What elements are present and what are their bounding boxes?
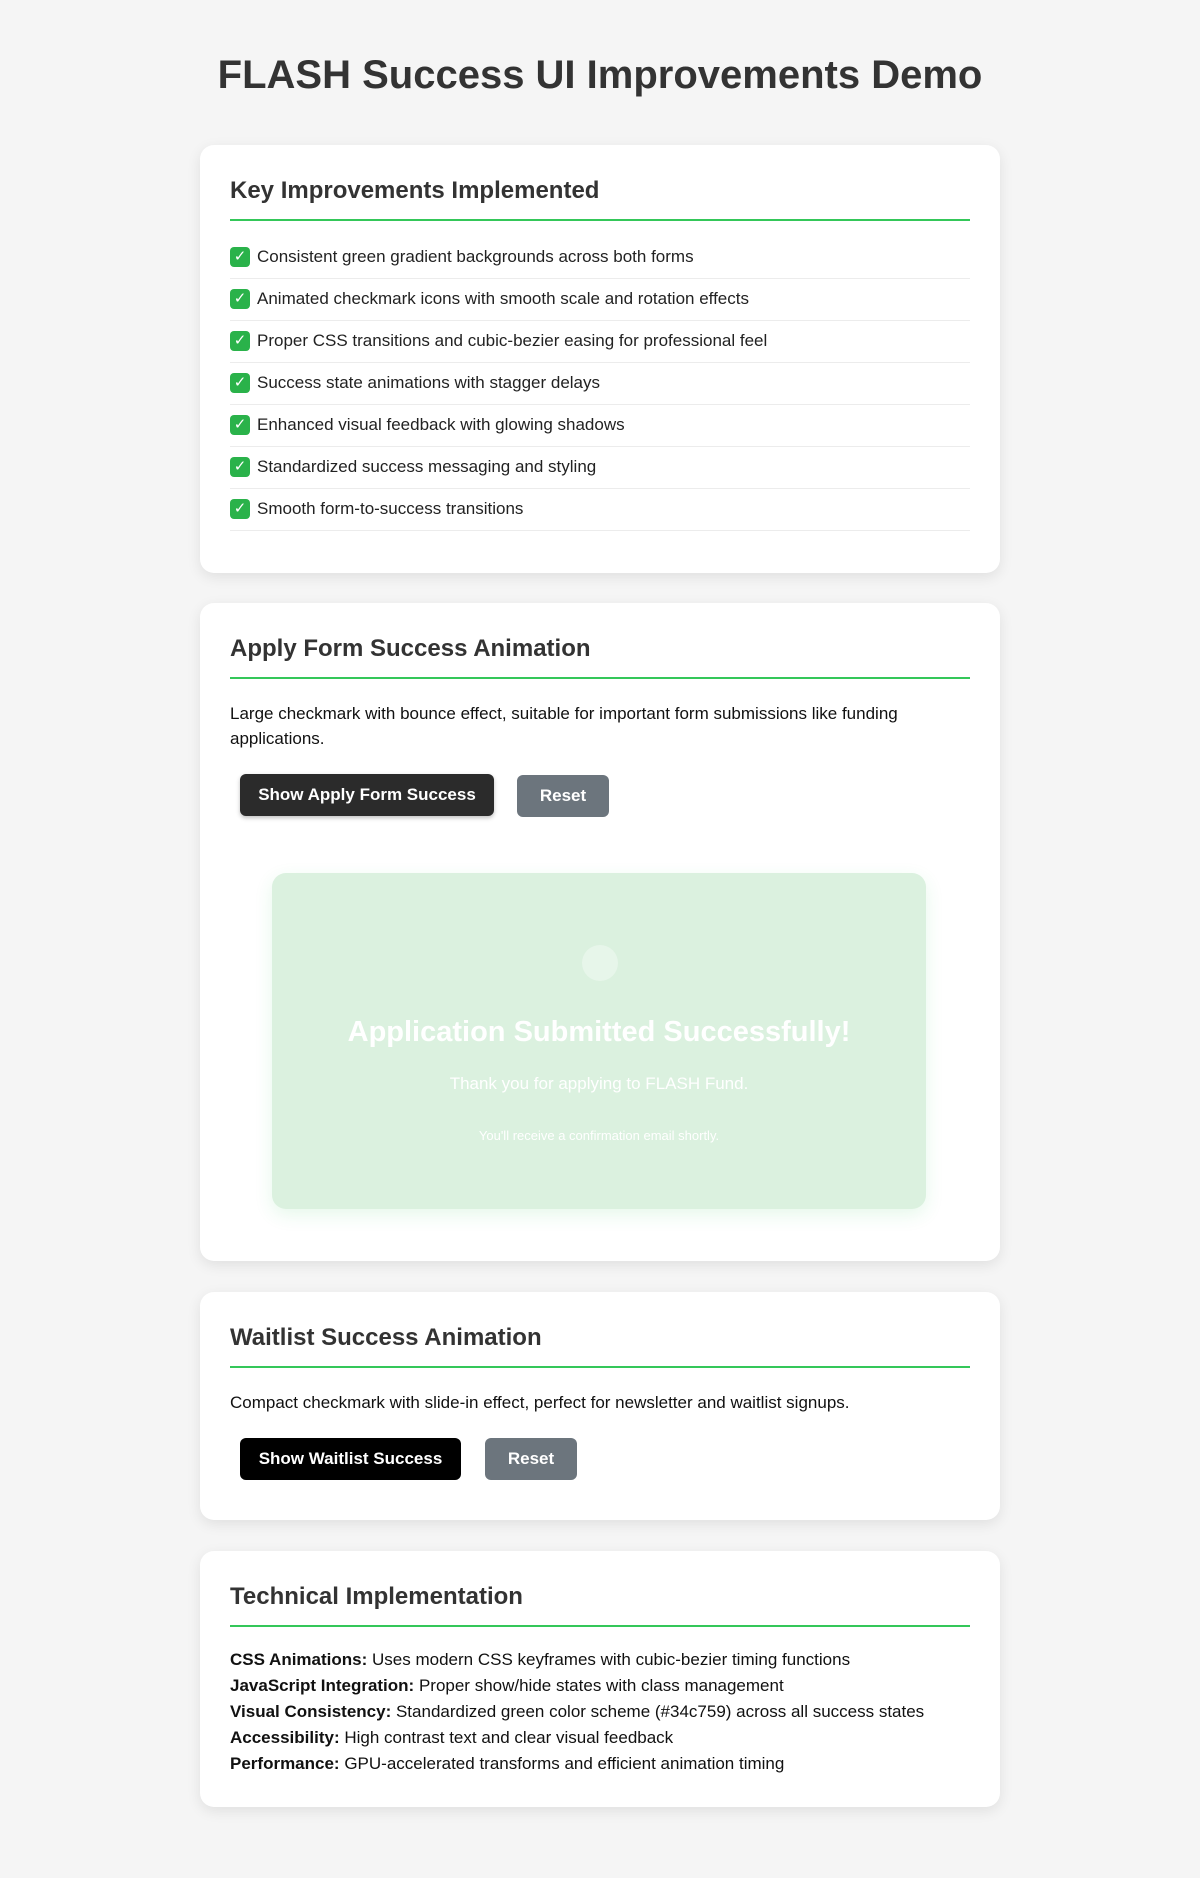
- list-item-text: High contrast text and clear visual feed…: [339, 1728, 674, 1747]
- list-item: ✓ Standardized success messaging and styl…: [230, 447, 970, 489]
- waitlist-reset-button[interactable]: Reset: [485, 1438, 577, 1480]
- page-title: FLASH Success UI Improvements Demo: [217, 53, 983, 97]
- list-item-text: Proper CSS transitions and cubic-bezier …: [257, 331, 768, 350]
- list-item-label: Performance:: [230, 1754, 340, 1773]
- list-item: ✓ Smooth form-to-success transitions: [230, 489, 970, 531]
- apply-demo-heading: Apply Form Success Animation: [230, 635, 970, 679]
- list-item-text: Success state animations with stagger de…: [257, 373, 601, 392]
- list-item: JavaScript Integration: Proper show/hide…: [230, 1673, 970, 1699]
- list-item-label: CSS Animations:: [230, 1650, 368, 1669]
- apply-reset-button[interactable]: Reset: [517, 775, 609, 817]
- waitlist-demo-description: Compact checkmark with slide-in effect, …: [230, 1393, 850, 1412]
- list-item: Visual Consistency: Standardized green c…: [230, 1699, 970, 1725]
- success-subtitle: Thank you for applying to FLASH Fund.: [449, 1074, 749, 1093]
- success-note: You'll receive a confirmation email shor…: [478, 1128, 720, 1143]
- check-mark-button-icon: ✓: [230, 415, 250, 435]
- list-item-text: GPU-accelerated transforms and efficient…: [339, 1754, 785, 1773]
- check-mark-button-icon: ✓: [230, 373, 250, 393]
- list-item-text: Consistent green gradient backgrounds ac…: [257, 247, 694, 266]
- list-item-text: Smooth form-to-success transitions: [257, 499, 524, 518]
- list-item-text: Animated checkmark icons with smooth sca…: [257, 289, 749, 308]
- list-item-text: Proper show/hide states with class manag…: [414, 1676, 784, 1695]
- list-item-label: Accessibility:: [230, 1728, 340, 1747]
- list-item: Accessibility: High contrast text and cl…: [230, 1725, 970, 1751]
- list-item-text: Enhanced visual feedback with glowing sh…: [257, 415, 625, 434]
- check-mark-button-icon: ✓: [230, 247, 250, 267]
- list-item: ✓ Enhanced visual feedback with glowing s…: [230, 405, 970, 447]
- technical-heading: Technical Implementation: [230, 1583, 970, 1627]
- list-item: Performance: GPU-accelerated transforms …: [230, 1751, 970, 1777]
- list-item: ✓ Proper CSS transitions and cubic-bezier…: [230, 321, 970, 363]
- check-mark-button-icon: ✓: [230, 457, 250, 477]
- improvements-heading: Key Improvements Implemented: [230, 177, 970, 221]
- list-item: CSS Animations: Uses modern CSS keyframe…: [230, 1647, 970, 1673]
- waitlist-demo-card: Waitlist Success Animation Compact check…: [200, 1292, 1000, 1520]
- list-item: ✓ Animated checkmark icons with smooth sc…: [230, 279, 970, 321]
- list-item-label: Visual Consistency:: [230, 1702, 392, 1721]
- waitlist-demo-heading: Waitlist Success Animation: [230, 1324, 970, 1368]
- show-waitlist-success-button[interactable]: Show Waitlist Success: [240, 1438, 461, 1480]
- technical-list: CSS Animations: Uses modern CSS keyframe…: [230, 1647, 970, 1777]
- list-item: ✓ Consistent green gradient backgrounds a…: [230, 237, 970, 279]
- improvements-card: Key Improvements Implemented ✓ Consistent…: [200, 145, 1000, 573]
- list-item: ✓ Success state animations with stagger d…: [230, 363, 970, 405]
- apply-demo-description: Large checkmark with bounce effect, suit…: [230, 704, 898, 748]
- check-mark-button-icon: ✓: [230, 289, 250, 309]
- list-item-label: JavaScript Integration:: [230, 1676, 415, 1695]
- success-title: Application Submitted Successfully!: [347, 1016, 851, 1048]
- list-item-text: Uses modern CSS keyframes with cubic-bez…: [367, 1650, 851, 1669]
- technical-card: Technical Implementation CSS Animations:…: [200, 1551, 1000, 1807]
- apply-success-panel: Application Submitted Successfully! Than…: [272, 873, 926, 1209]
- apply-demo-card: Apply Form Success Animation Large check…: [200, 603, 1000, 1261]
- checkmark-icon: [582, 945, 618, 981]
- check-mark-button-icon: ✓: [230, 331, 250, 351]
- show-apply-success-button[interactable]: Show Apply Form Success: [240, 774, 494, 816]
- improvements-list: ✓ Consistent green gradient backgrounds a…: [230, 237, 970, 531]
- list-item-text: Standardized success messaging and styli…: [257, 457, 597, 476]
- check-mark-button-icon: ✓: [230, 499, 250, 519]
- list-item-text: Standardized green color scheme (#34c759…: [391, 1702, 925, 1721]
